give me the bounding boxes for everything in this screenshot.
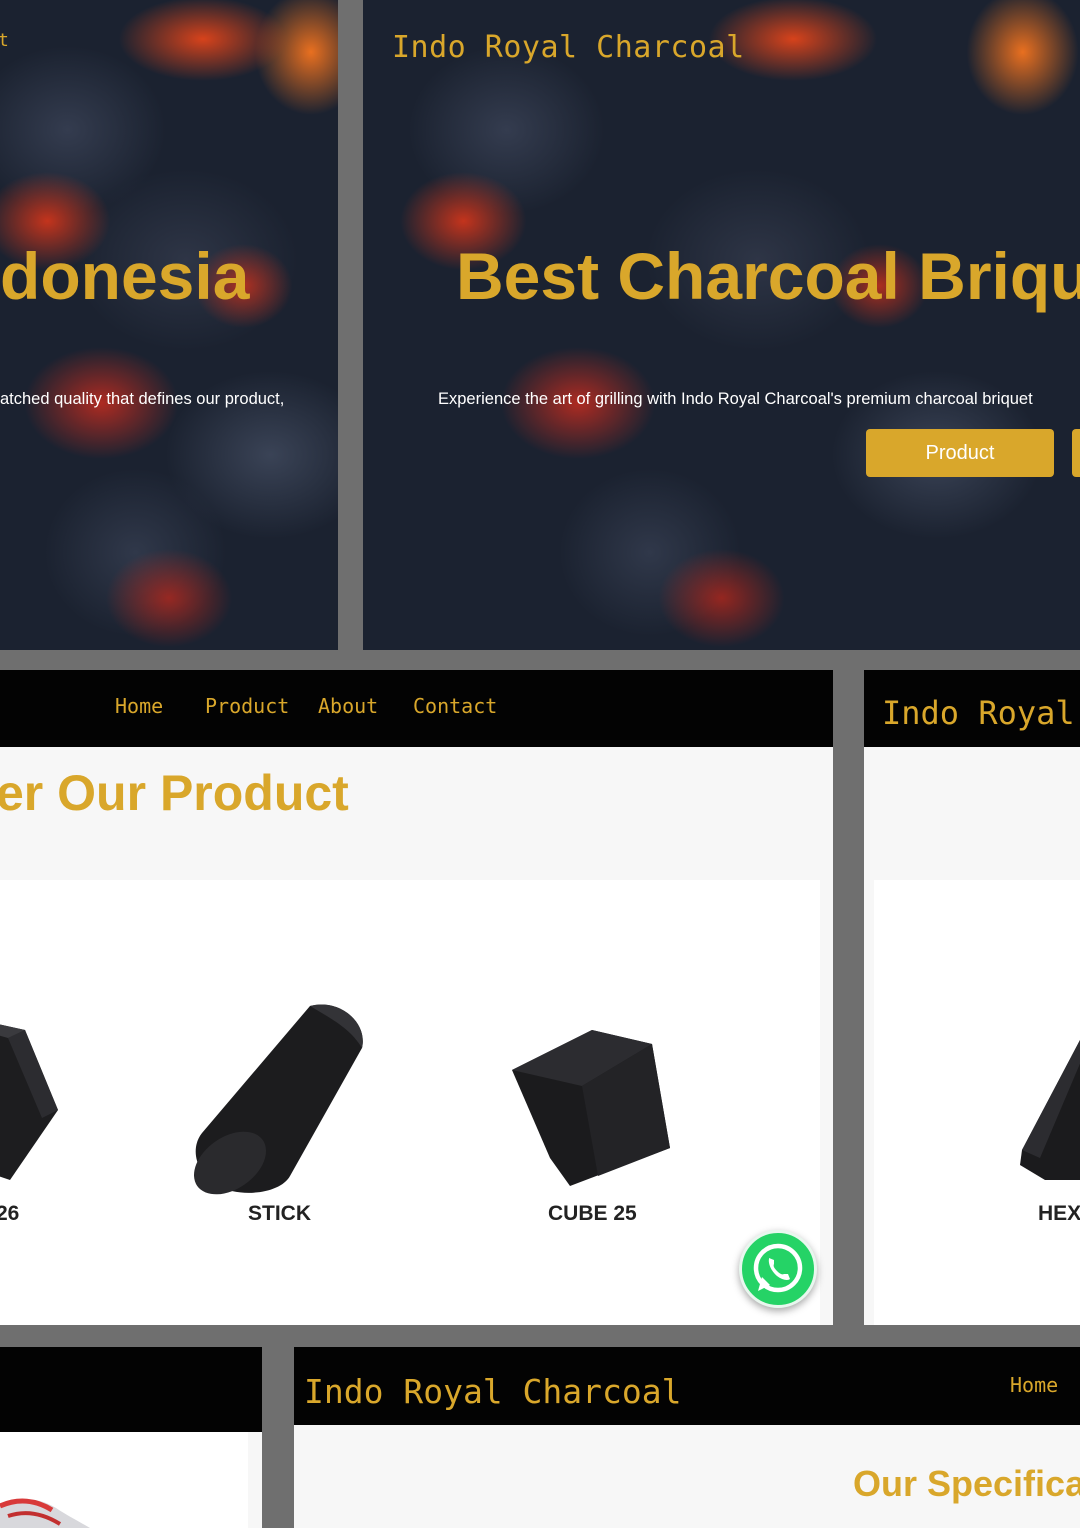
product-card-cube-26[interactable]: 26 (0, 880, 150, 1325)
navbar (0, 1347, 262, 1432)
hero-title: donesia (0, 239, 250, 313)
navbar: Home Product About Contact (0, 670, 833, 747)
nav-contact[interactable]: Contact (413, 694, 497, 718)
content-area (0, 1432, 248, 1528)
brand-fragment: t (0, 30, 9, 51)
nav-home[interactable]: Home (115, 694, 163, 718)
product-panel-right: Indo Royal C HEX (864, 670, 1080, 1325)
product-card-hex[interactable]: HEX (874, 880, 1080, 1325)
product-label: 26 (0, 1202, 20, 1225)
navbar: Indo Royal C (864, 670, 1080, 747)
hero-title: Best Charcoal Briqu (456, 239, 1080, 313)
stick-briquette-icon (193, 1004, 363, 1195)
brand-logo-text[interactable]: Indo Royal Charcoal (392, 30, 745, 65)
hero-subtitle: Experience the art of grilling with Indo… (438, 390, 1033, 408)
whatsapp-icon (753, 1243, 803, 1293)
cube-briquette-icon (0, 1024, 58, 1180)
product-card-cube-25[interactable]: CUBE 25 (490, 880, 710, 1325)
specification-panel: Indo Royal Charcoal Home Our Specificat (294, 1347, 1080, 1528)
product-button[interactable]: Product (866, 429, 1054, 477)
section-title: Our Specificat (853, 1463, 1080, 1504)
hero-panel-left: t donesia atched quality that defines ou… (0, 0, 338, 650)
nav-product[interactable]: Product (205, 694, 289, 718)
product-label: CUBE 25 (548, 1202, 637, 1225)
hero-panel-main: Indo Royal Charcoal Best Charcoal Briqu … (363, 0, 1080, 650)
product-grid: HEX (874, 880, 1080, 1325)
bottom-left-panel (0, 1347, 262, 1528)
cube-briquette-icon (512, 1030, 670, 1186)
brand-logo-text[interactable]: Indo Royal C (882, 694, 1080, 732)
brand-logo-text[interactable]: Indo Royal Charcoal (304, 1372, 682, 1411)
navbar: Indo Royal Charcoal Home (294, 1347, 1080, 1425)
hero-subtitle: atched quality that defines our product, (0, 390, 285, 408)
product-image-icon (0, 1498, 90, 1528)
hex-briquette-icon (1020, 1040, 1080, 1180)
secondary-button[interactable] (1072, 429, 1080, 477)
nav-about[interactable]: About (318, 694, 378, 718)
product-section-panel: Home Product About Contact er Our Produc… (0, 670, 833, 1325)
product-label: HEX (1038, 1202, 1080, 1225)
product-label: STICK (248, 1202, 311, 1225)
product-card-stick[interactable]: STICK (180, 880, 380, 1325)
whatsapp-button[interactable] (739, 1230, 817, 1308)
product-grid: 26 STICK CUBE 25 (0, 880, 820, 1325)
section-title: er Our Product (0, 765, 349, 821)
nav-home[interactable]: Home (1010, 1373, 1058, 1397)
